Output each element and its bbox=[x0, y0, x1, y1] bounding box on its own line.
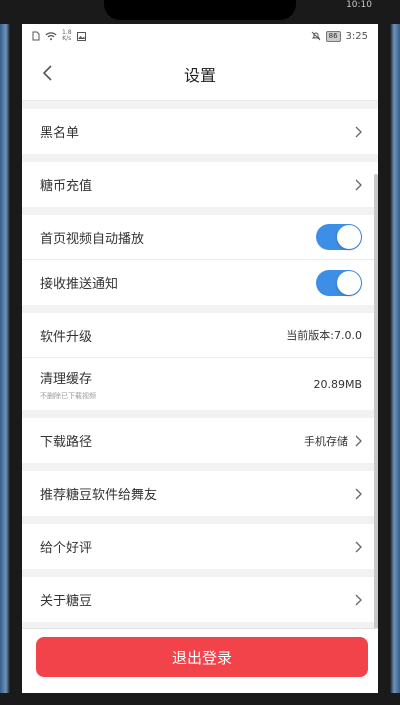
group-download: 下载路径 手机存储 bbox=[22, 418, 378, 463]
chevron-right-icon bbox=[355, 594, 362, 605]
chevron-right-icon bbox=[355, 126, 362, 137]
recharge-row[interactable]: 糖币充值 bbox=[22, 162, 378, 207]
scrollbar-thumb[interactable] bbox=[374, 174, 378, 654]
about-label: 关于糖豆 bbox=[40, 594, 93, 609]
clear-cache-text: 清理缓存 不删除已下载视频 bbox=[40, 368, 96, 401]
nav-bar: 设置 bbox=[22, 48, 378, 101]
push-row: 接收推送通知 bbox=[22, 260, 378, 305]
group-toggles: 首页视频自动播放 接收推送通知 bbox=[22, 215, 378, 305]
group-rate: 给个好评 bbox=[22, 524, 378, 569]
chevron-right-icon bbox=[355, 488, 362, 499]
download-path-right: 手机存储 bbox=[304, 433, 362, 449]
toggle-knob bbox=[337, 270, 361, 295]
download-path-row[interactable]: 下载路径 手机存储 bbox=[22, 418, 378, 463]
status-left: 1.8 K/s bbox=[32, 30, 86, 42]
settings-list: 黑名单 糖币充值 首页视频自动播放 接收推送通知 软件升级 当前版本:7.0.0… bbox=[22, 101, 378, 622]
upgrade-row[interactable]: 软件升级 当前版本:7.0.0 bbox=[22, 313, 378, 358]
recommend-label: 推荐糖豆软件给舞友 bbox=[40, 488, 158, 503]
push-label: 接收推送通知 bbox=[40, 277, 119, 292]
clear-cache-subtitle: 不删除已下载视频 bbox=[40, 391, 96, 400]
status-time: 3:25 bbox=[345, 30, 368, 42]
wifi-icon bbox=[45, 32, 57, 41]
blacklist-label: 黑名单 bbox=[40, 126, 80, 141]
status-bar: 1.8 K/s 86 3:25 bbox=[22, 24, 378, 48]
autoplay-row: 首页视频自动播放 bbox=[22, 215, 378, 260]
group-about: 关于糖豆 bbox=[22, 577, 378, 622]
scrollbar[interactable] bbox=[374, 174, 378, 654]
group-recharge: 糖币充值 bbox=[22, 162, 378, 207]
sim-icon bbox=[32, 31, 40, 41]
clear-cache-row[interactable]: 清理缓存 不删除已下载视频 20.89MB bbox=[22, 358, 378, 410]
back-arrow-icon[interactable] bbox=[38, 63, 58, 83]
push-toggle[interactable] bbox=[316, 269, 362, 296]
battery-indicator: 86 bbox=[325, 30, 341, 42]
rate-row[interactable]: 给个好评 bbox=[22, 524, 378, 569]
net-speed: 1.8 K/s bbox=[62, 30, 72, 42]
mute-icon bbox=[311, 31, 320, 41]
bezel-time: 10:10 bbox=[346, 0, 372, 10]
recharge-label: 糖币充值 bbox=[40, 179, 93, 194]
autoplay-label: 首页视频自动播放 bbox=[40, 231, 145, 247]
status-right: 86 3:25 bbox=[311, 30, 368, 42]
net-speed-unit: K/s bbox=[62, 35, 72, 42]
group-recommend: 推荐糖豆软件给舞友 bbox=[22, 471, 378, 516]
rate-label: 给个好评 bbox=[40, 541, 93, 556]
cache-size: 20.89MB bbox=[313, 377, 362, 391]
autoplay-toggle[interactable] bbox=[316, 224, 362, 250]
about-row[interactable]: 关于糖豆 bbox=[22, 577, 378, 622]
group-blacklist: 黑名单 bbox=[22, 109, 378, 154]
bezel-status: 10:10 bbox=[346, 0, 372, 10]
blacklist-row[interactable]: 黑名单 bbox=[22, 109, 378, 154]
logout-button[interactable]: 退出登录 bbox=[36, 637, 368, 677]
group-app: 软件升级 当前版本:7.0.0 清理缓存 不删除已下载视频 20.89MB bbox=[22, 313, 378, 410]
logout-area: 退出登录 bbox=[22, 628, 378, 693]
recommend-row[interactable]: 推荐糖豆软件给舞友 bbox=[22, 471, 378, 516]
chevron-right-icon bbox=[355, 435, 362, 446]
clear-cache-label: 清理缓存 bbox=[40, 371, 93, 387]
upgrade-label: 软件升级 bbox=[40, 329, 93, 345]
download-path-label: 下载路径 bbox=[40, 435, 93, 450]
download-path-value: 手机存储 bbox=[304, 434, 348, 448]
version-text: 当前版本:7.0.0 bbox=[286, 329, 362, 342]
page-title: 设置 bbox=[183, 66, 216, 85]
phone-bottom-bezel bbox=[0, 693, 400, 705]
image-icon bbox=[76, 31, 86, 41]
toggle-knob bbox=[337, 225, 361, 249]
screen: 1.8 K/s 86 3:25 设置 黑名单 糖币充值 首页视频自动播放 接收推… bbox=[22, 24, 378, 693]
chevron-right-icon bbox=[355, 179, 362, 190]
phone-frame-right bbox=[378, 0, 400, 705]
phone-notch bbox=[104, 0, 296, 20]
chevron-right-icon bbox=[355, 541, 362, 552]
